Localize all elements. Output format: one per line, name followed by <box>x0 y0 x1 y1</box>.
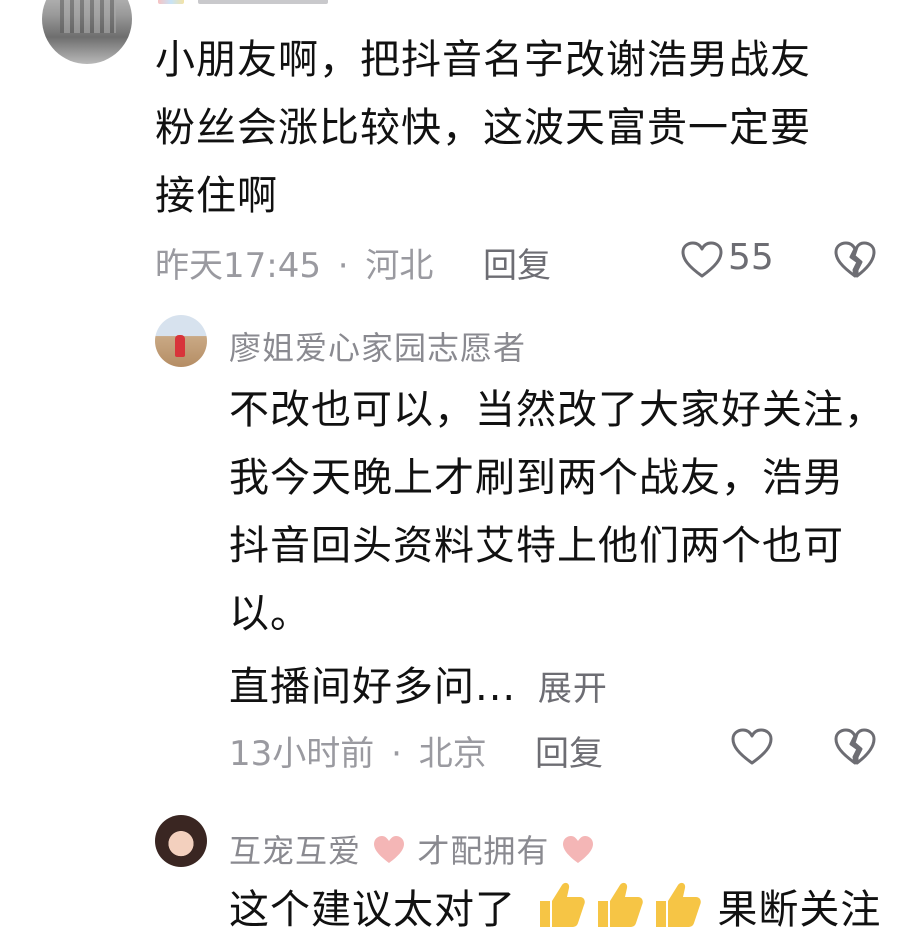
commenter-nickname[interactable] <box>158 0 338 8</box>
comment-meta: 13小时前 · 北京 <box>229 726 487 775</box>
comment-line: 接住啊 <box>155 173 278 219</box>
thumbs-up-emoji <box>530 877 588 931</box>
commenter-nickname[interactable]: 廖姐爱心家园志愿者 <box>229 323 526 369</box>
nickname-part: 才配拥有 <box>417 832 550 870</box>
comment-line: 我今天晚上才刷到两个战友，浩男 <box>229 455 844 501</box>
comment-line: 这个建议太对了 <box>229 887 516 933</box>
expand-button[interactable]: 展开 <box>538 669 608 709</box>
broken-heart-icon[interactable] <box>833 240 877 280</box>
reply-button[interactable]: 回复 <box>535 726 603 775</box>
heart-outline-icon[interactable] <box>730 727 774 767</box>
heart-outline-icon[interactable] <box>680 240 724 280</box>
comment-text: 这个建议太对了 果断关注 <box>229 876 881 944</box>
comment-location: 北京 <box>418 734 487 774</box>
comment-meta: 昨天17:45 · 河北 <box>155 238 433 287</box>
like-count: 55 <box>728 237 774 278</box>
comment-line: 不改也可以，当然改了大家好关注， <box>229 387 885 433</box>
comment-time: 昨天17:45 <box>155 246 321 286</box>
meta-separator: · <box>337 246 349 286</box>
comment-time: 13小时前 <box>229 734 375 774</box>
pink-heart-emoji <box>372 834 406 866</box>
comment-line: 果断关注 <box>717 887 882 933</box>
pink-heart-emoji <box>561 834 595 866</box>
comment-text: 不改也可以，当然改了大家好关注， 我今天晚上才刷到两个战友，浩男 抖音回头资料艾… <box>229 376 919 723</box>
comment-line: 小朋友啊，把抖音名字改谢浩男战友 <box>155 37 811 83</box>
comment-preview-line: 直播间好多问... 展开 <box>229 653 919 723</box>
avatar[interactable] <box>155 315 207 367</box>
thumbs-up-emoji <box>646 877 704 931</box>
avatar[interactable] <box>155 815 207 867</box>
comment-preview: 直播间好多问... <box>229 664 517 710</box>
meta-separator: · <box>391 734 402 774</box>
avatar[interactable] <box>42 0 132 64</box>
reply-button[interactable]: 回复 <box>483 238 551 287</box>
commenter-nickname[interactable]: 互宠互爱 才配拥有 <box>229 826 595 872</box>
broken-heart-icon[interactable] <box>833 727 877 767</box>
comment-line: 粉丝会涨比较快，这波天富贵一定要 <box>155 105 811 151</box>
comment-line: 以。 <box>229 591 311 637</box>
comment-line: 抖音回头资料艾特上他们两个也可 <box>229 523 844 569</box>
nickname-part: 互宠互爱 <box>229 832 362 870</box>
thumbs-up-emoji <box>588 877 646 931</box>
comment-location: 河北 <box>365 246 434 286</box>
comment-text: 小朋友啊，把抖音名字改谢浩男战友 粉丝会涨比较快，这波天富贵一定要 接住啊 <box>155 26 915 230</box>
